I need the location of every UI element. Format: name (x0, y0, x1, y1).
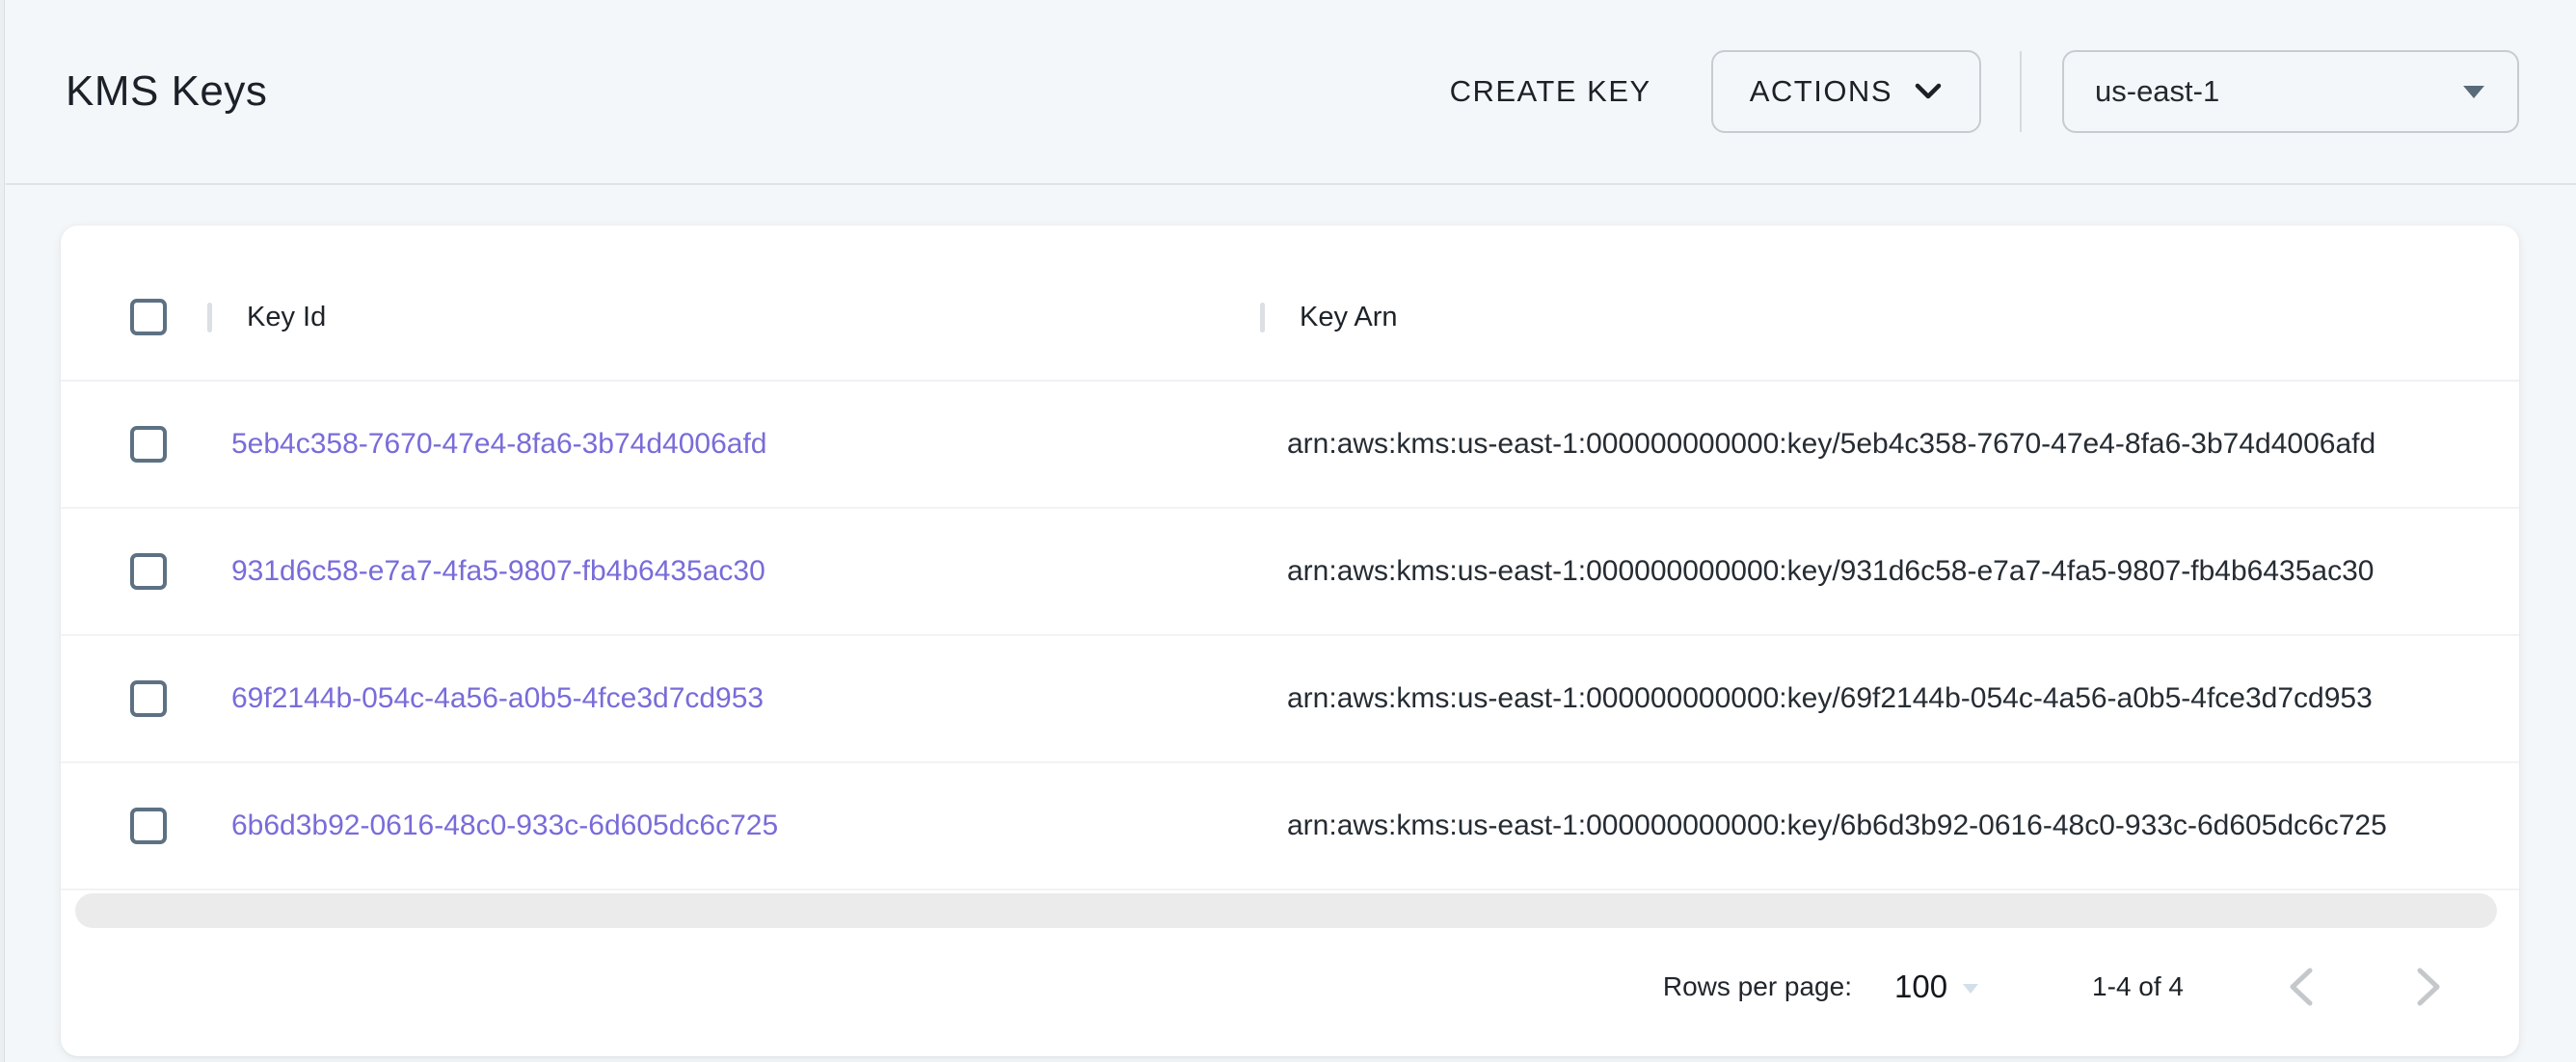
keys-table-card: Key Id Key Arn 5eb4c358-7670-47e4-8fa6-3… (61, 226, 2519, 1056)
actions-button-label: ACTIONS (1750, 74, 1892, 109)
key-arn-cell: arn:aws:kms:us-east-1:000000000000:key/5… (1260, 428, 2519, 461)
pagination-nav (2272, 958, 2457, 1016)
region-select[interactable]: us-east-1 (2062, 50, 2519, 133)
header-key-id-cell[interactable]: Key Id (207, 302, 1260, 333)
key-id-cell: 6b6d3b92-0616-48c0-933c-6d605dc6c725 (207, 810, 1260, 842)
sidebar-edge (0, 0, 5, 1062)
chevron-left-icon (2285, 966, 2318, 1008)
key-arn-cell: arn:aws:kms:us-east-1:000000000000:key/6… (1260, 810, 2519, 842)
chevron-down-icon (1914, 82, 1943, 101)
row-checkbox-cell (61, 680, 207, 717)
page-header: KMS Keys CREATE KEY ACTIONS us-east-1 (6, 0, 2576, 185)
row-checkbox-cell (61, 426, 207, 463)
table-row: 5eb4c358-7670-47e4-8fa6-3b74d4006afd arn… (61, 382, 2519, 509)
table-header-row: Key Id Key Arn (61, 254, 2519, 382)
previous-page-button[interactable] (2272, 958, 2330, 1016)
dropdown-arrow-icon (2461, 83, 2486, 100)
column-header-key-arn: Key Arn (1300, 302, 1398, 333)
row-checkbox[interactable] (130, 553, 167, 590)
key-id-link[interactable]: 5eb4c358-7670-47e4-8fa6-3b74d4006afd (207, 428, 766, 461)
create-key-button[interactable]: CREATE KEY (1423, 57, 1678, 126)
header-checkbox-cell (61, 299, 207, 335)
page-title: KMS Keys (66, 67, 267, 116)
region-select-value: us-east-1 (2095, 74, 2219, 109)
key-id-link[interactable]: 6b6d3b92-0616-48c0-933c-6d605dc6c725 (207, 810, 778, 842)
key-arn-cell: arn:aws:kms:us-east-1:000000000000:key/9… (1260, 555, 2519, 588)
row-checkbox-cell (61, 808, 207, 844)
header-key-arn-cell[interactable]: Key Arn (1260, 302, 2519, 333)
key-id-cell: 931d6c58-e7a7-4fa5-9807-fb4b6435ac30 (207, 555, 1260, 588)
table-row: 6b6d3b92-0616-48c0-933c-6d605dc6c725 arn… (61, 763, 2519, 890)
pagination-range: 1-4 of 4 (2092, 971, 2184, 1002)
row-checkbox-cell (61, 553, 207, 590)
column-resize-handle[interactable] (1260, 303, 1265, 332)
select-arrow-icon (1961, 982, 1980, 996)
row-checkbox[interactable] (130, 426, 167, 463)
row-checkbox[interactable] (130, 680, 167, 717)
key-id-cell: 69f2144b-054c-4a56-a0b5-4fce3d7cd953 (207, 682, 1260, 715)
key-arn-cell: arn:aws:kms:us-east-1:000000000000:key/6… (1260, 682, 2519, 715)
key-id-link[interactable]: 69f2144b-054c-4a56-a0b5-4fce3d7cd953 (207, 682, 764, 715)
table-row: 931d6c58-e7a7-4fa5-9807-fb4b6435ac30 arn… (61, 509, 2519, 636)
row-checkbox[interactable] (130, 808, 167, 844)
actions-button[interactable]: ACTIONS (1711, 50, 1981, 133)
column-resize-handle[interactable] (207, 303, 212, 332)
rows-per-page-label: Rows per page: (1663, 971, 1852, 1002)
chevron-right-icon (2412, 966, 2445, 1008)
header-divider (2020, 51, 2022, 132)
horizontal-scrollbar-thumb[interactable] (75, 893, 2497, 928)
key-arn-value: arn:aws:kms:us-east-1:000000000000:key/9… (1260, 555, 2374, 588)
next-page-button[interactable] (2400, 958, 2457, 1016)
key-arn-value: arn:aws:kms:us-east-1:000000000000:key/6… (1260, 682, 2373, 715)
rows-per-page-value: 100 (1894, 969, 1947, 1005)
rows-per-page-select[interactable]: 100 (1894, 969, 1980, 1005)
select-all-checkbox[interactable] (130, 299, 167, 335)
table-pagination: Rows per page: 100 1-4 of 4 (61, 931, 2519, 1056)
key-id-cell: 5eb4c358-7670-47e4-8fa6-3b74d4006afd (207, 428, 1260, 461)
key-arn-value: arn:aws:kms:us-east-1:000000000000:key/6… (1260, 810, 2387, 842)
table-row: 69f2144b-054c-4a56-a0b5-4fce3d7cd953 arn… (61, 636, 2519, 763)
column-header-key-id: Key Id (247, 302, 326, 333)
horizontal-scrollbar-track (61, 892, 2519, 931)
key-id-link[interactable]: 931d6c58-e7a7-4fa5-9807-fb4b6435ac30 (207, 555, 765, 588)
key-arn-value: arn:aws:kms:us-east-1:000000000000:key/5… (1260, 428, 2375, 461)
kms-keys-page: KMS Keys CREATE KEY ACTIONS us-east-1 (0, 0, 2576, 1062)
